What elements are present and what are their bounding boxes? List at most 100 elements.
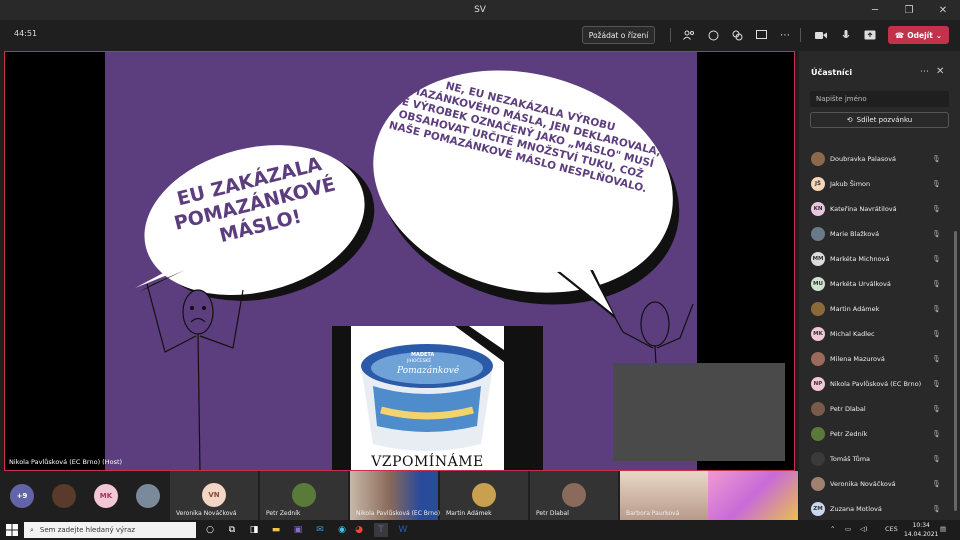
mic-muted-icon: 🎙 — [932, 229, 941, 238]
close-panel-icon[interactable]: ✕ — [936, 66, 944, 77]
windows-start-icon[interactable] — [6, 524, 18, 536]
video-tile[interactable]: Petr Dlabal — [530, 471, 618, 520]
participant-row[interactable]: Tomáš Tůma 🎙 — [799, 446, 951, 471]
presentation-slide: EU ZAKÁZALA POMAZÁNKOVÉ MÁSLO! NE, EU NE… — [105, 52, 697, 470]
participant-name: Martin Adámek — [830, 304, 880, 313]
participant-avatar — [292, 483, 316, 507]
participant-row[interactable]: Veronika Nováčková 🎙 — [799, 471, 951, 496]
product-photo: MADETA JIHOČESKÉ Pomazánkové VZPOMÍNÁME — [351, 326, 504, 470]
participant-row[interactable]: MU Markéta Urválková 🎙 — [799, 271, 951, 296]
taskbar-search-input[interactable]: ⌕ Sem zadejte hledaný výraz — [24, 522, 196, 538]
volume-icon[interactable]: ◁) — [860, 525, 868, 533]
participant-name: Doubravka Palasová — [830, 154, 897, 163]
more-options-icon[interactable]: ⋯ — [920, 67, 929, 77]
participant-row[interactable]: NP Nikola Pavlůsková (EC Brno) 🎙 — [799, 371, 951, 396]
participant-avatar: ZM — [811, 501, 825, 516]
participant-name: Petr Dlabal — [830, 404, 866, 413]
mic-muted-icon: 🎙 — [932, 254, 941, 263]
file-explorer-icon[interactable]: ▬ — [269, 523, 283, 537]
participants-icon[interactable] — [681, 27, 697, 43]
minimize-icon[interactable]: ─ — [858, 0, 892, 20]
camera-icon[interactable] — [813, 27, 829, 43]
participant-avatar — [52, 484, 76, 508]
video-tile[interactable]: Barbora Paurková — [620, 471, 798, 520]
share-invite-button[interactable]: ⟲ Sdílet pozvánku — [810, 112, 949, 128]
request-control-button[interactable]: Požádat o řízení — [582, 26, 655, 44]
taskbar-search-placeholder: Sem zadejte hledaný výraz — [39, 526, 136, 534]
participant-name: Petr Zedník — [830, 429, 868, 438]
notifications-icon[interactable]: ▤ — [940, 525, 946, 533]
participant-search-input[interactable]: Napište jméno — [810, 91, 949, 107]
overflow-count-badge[interactable]: +9 — [10, 484, 34, 508]
participant-avatar: MM — [811, 251, 825, 266]
participant-avatar: KN — [811, 201, 825, 216]
mic-muted-icon: 🎙 — [932, 379, 941, 388]
taskbar-clock[interactable]: 10:34 14.04.2021 — [904, 521, 938, 539]
participant-name: Tomáš Tůma — [830, 454, 871, 463]
maximize-icon[interactable]: ❐ — [892, 0, 926, 20]
input-language[interactable]: CES — [885, 525, 898, 533]
participant-row[interactable]: Petr Zedník 🎙 — [799, 421, 951, 446]
camera-feed — [708, 471, 798, 520]
memorial-caption: VZPOMÍNÁME — [371, 454, 484, 470]
participant-row[interactable]: ZM Zuzana Motlová 🎙 — [799, 496, 951, 521]
participant-name: Zuzana Motlová — [830, 504, 882, 513]
window-controls: ─ ❐ ✕ — [858, 0, 960, 20]
cortana-icon[interactable]: ○ — [203, 523, 217, 537]
more-actions-icon[interactable]: ⋯ — [777, 27, 793, 43]
close-window-icon[interactable]: ✕ — [926, 0, 960, 20]
participant-row[interactable]: Martin Adámek 🎙 — [799, 296, 951, 321]
share-tray-icon[interactable] — [753, 27, 769, 43]
task-view-icon[interactable]: ⧉ — [225, 523, 239, 537]
word-icon[interactable]: W — [396, 523, 410, 537]
mic-muted-icon: 🎙 — [932, 304, 941, 313]
panel-title: Účastníci — [811, 68, 853, 77]
microphone-icon[interactable] — [838, 27, 854, 43]
participant-avatar: MK — [811, 326, 825, 341]
participant-row[interactable]: Milena Mazurová 🎙 — [799, 346, 951, 371]
participant-row[interactable]: MM Markéta Michnová 🎙 — [799, 246, 951, 271]
teams-icon[interactable]: T — [374, 523, 388, 537]
window-titlebar: SV ─ ❐ ✕ — [0, 0, 960, 20]
participant-row[interactable]: Marie Blažková 🎙 — [799, 221, 951, 246]
video-gallery-strip: +9 MK VN Veronika Nováčková Petr Zedník … — [0, 471, 799, 520]
meeting-toolbar: 44:51 Požádat o řízení ⋯ ☎ Odejít ⌄ — [0, 20, 960, 50]
video-tile[interactable]: Nikola Pavlůsková (EC Brno) — [350, 471, 440, 520]
participant-avatar: MU — [811, 276, 825, 291]
participant-row[interactable]: JŠ Jakub Šimon 🎙 — [799, 171, 951, 196]
network-icon[interactable]: ▭ — [845, 525, 851, 533]
toolbar-divider — [800, 28, 801, 42]
participant-row[interactable]: KN Kateřina Navrátilová 🎙 — [799, 196, 951, 221]
mic-muted-icon: 🎙 — [932, 279, 941, 288]
store-icon[interactable]: ▣ — [291, 523, 305, 537]
video-tile[interactable]: Martin Adámek — [440, 471, 528, 520]
participant-avatar — [811, 426, 825, 441]
participant-list-scrollbar[interactable] — [954, 231, 957, 511]
participant-name: Milena Mazurová — [830, 354, 885, 363]
participant-avatar — [811, 151, 825, 166]
participant-row[interactable]: Petr Dlabal 🎙 — [799, 396, 951, 421]
share-screen-icon[interactable] — [862, 27, 878, 43]
leave-button[interactable]: ☎ Odejít ⌄ — [888, 26, 949, 44]
window-title: SV — [474, 5, 486, 15]
participant-avatar — [136, 484, 160, 508]
chevron-down-icon: ⌄ — [935, 30, 943, 40]
chrome-icon[interactable]: ◕ — [352, 523, 366, 537]
tile-label: Petr Dlabal — [536, 510, 569, 517]
participant-row[interactable]: MK Michal Kadlec 🎙 — [799, 321, 951, 346]
chat-icon[interactable] — [705, 27, 721, 43]
edge-icon[interactable]: ◉ — [335, 523, 349, 537]
tile-label: Petr Zedník — [266, 510, 301, 517]
meeting-timer: 44:51 — [14, 29, 38, 38]
presenter-camera-placeholder — [613, 363, 785, 461]
mail-icon[interactable]: ✉ — [313, 523, 327, 537]
video-tile[interactable]: VN Veronika Nováčková — [170, 471, 258, 520]
participant-avatar — [562, 483, 586, 507]
breakout-rooms-icon[interactable] — [729, 27, 745, 43]
edge-legacy-icon[interactable]: ◨ — [247, 523, 261, 537]
tile-label: Veronika Nováčková — [176, 510, 237, 517]
participant-row[interactable]: Doubravka Palasová 🎙 — [799, 146, 951, 171]
participant-avatar — [811, 476, 825, 491]
video-tile[interactable]: Petr Zedník — [260, 471, 348, 520]
tray-chevron-icon[interactable]: ⌃ — [830, 525, 835, 533]
